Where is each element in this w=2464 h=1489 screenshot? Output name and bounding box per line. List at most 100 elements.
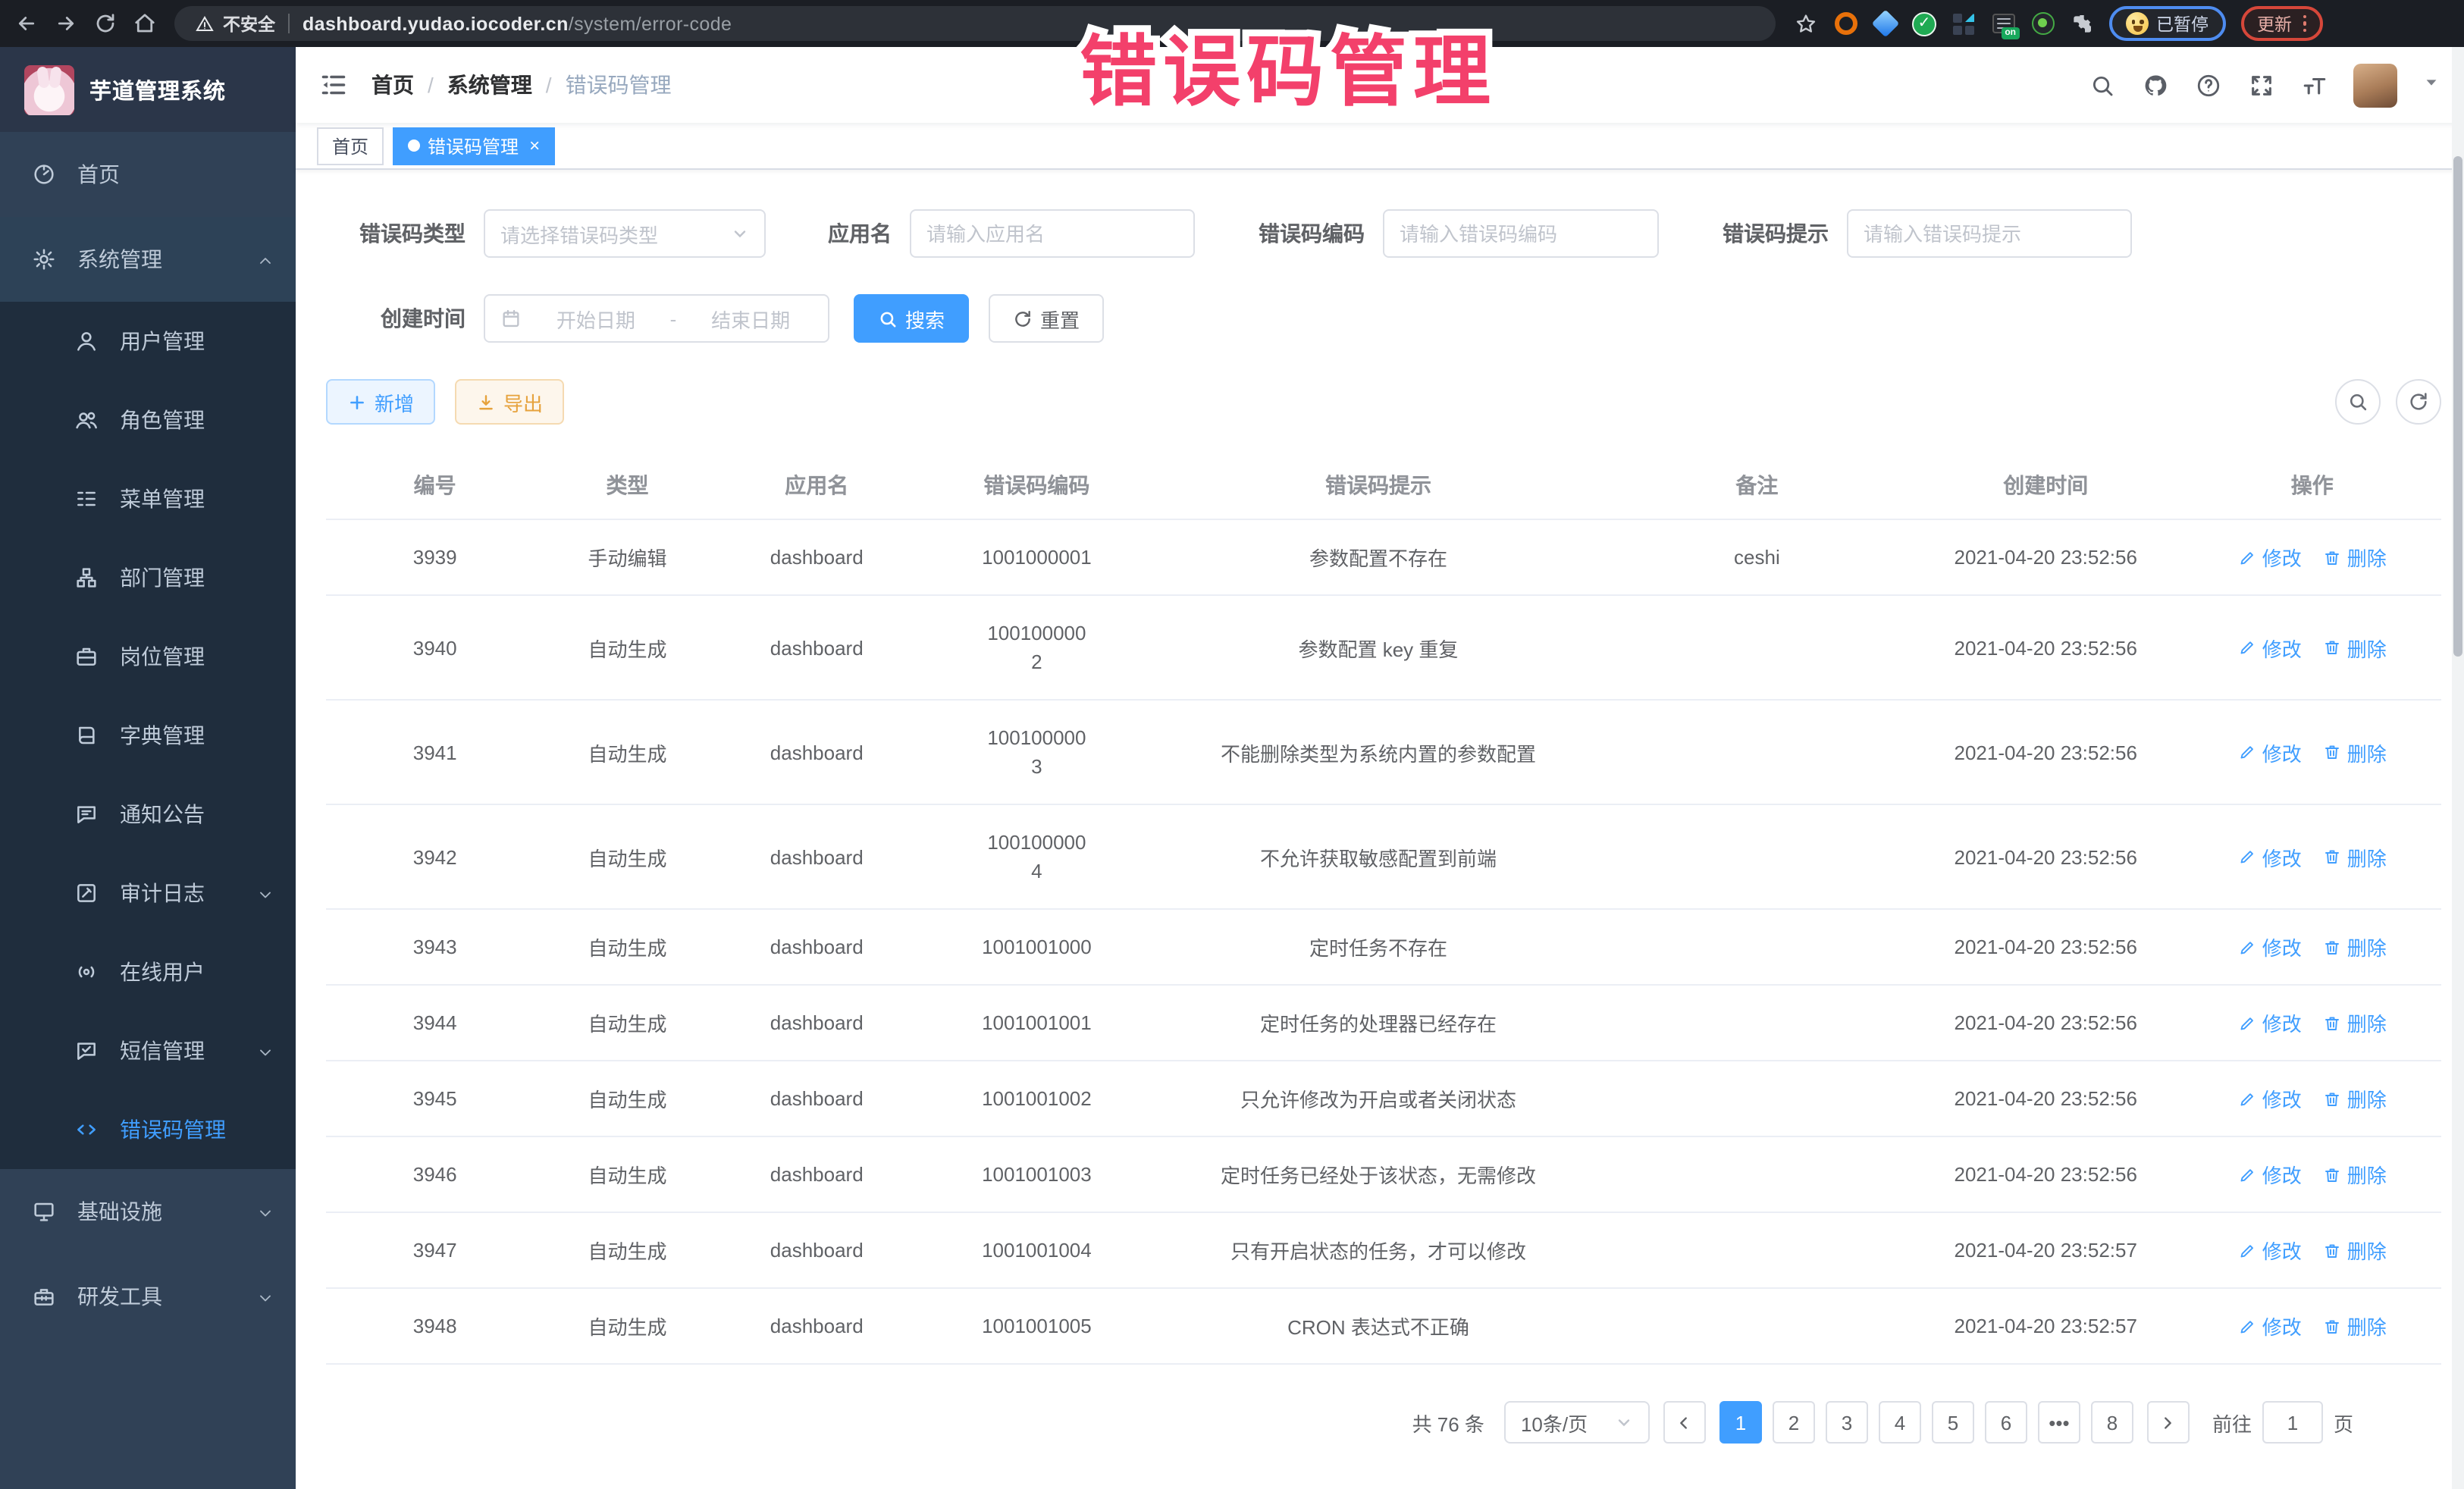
edit-link[interactable]: 修改	[2238, 633, 2302, 662]
extension-orange-icon[interactable]	[1833, 11, 1857, 36]
chevron-down-icon[interactable]	[2423, 71, 2440, 99]
edit-link[interactable]: 修改	[2238, 1008, 2302, 1037]
search-icon[interactable]	[2088, 71, 2115, 99]
delete-link[interactable]: 删除	[2323, 1084, 2387, 1113]
sidebar-item-infra[interactable]: 基础设施	[0, 1169, 296, 1254]
extension-list-icon[interactable]: on	[1991, 11, 2015, 36]
cell-code: 1001001003	[923, 1136, 1151, 1212]
breadcrumb-home[interactable]: 首页	[371, 70, 414, 100]
sidebar-item-error-code[interactable]: 错误码管理	[0, 1090, 296, 1169]
edit-link[interactable]: 修改	[2238, 933, 2302, 961]
edit-link[interactable]: 修改	[2238, 738, 2302, 766]
page-2[interactable]: 2	[1773, 1401, 1815, 1444]
cell-actions: 修改删除	[2183, 804, 2441, 909]
sidebar-item-notices[interactable]: 通知公告	[0, 775, 296, 854]
cell-time: 2021-04-20 23:52:56	[1908, 700, 2183, 804]
home-icon[interactable]	[133, 12, 156, 35]
url-bar[interactable]: 不安全 dashboard.yudao.iocoder.cn/system/er…	[174, 6, 1776, 41]
extension-grid-icon[interactable]	[1951, 11, 1976, 36]
edit-link[interactable]: 修改	[2238, 1084, 2302, 1113]
sidebar-item-home[interactable]: 首页	[0, 132, 296, 217]
sidebar-item-posts[interactable]: 岗位管理	[0, 617, 296, 696]
extension-key-icon[interactable]	[2030, 11, 2055, 36]
page-size-select[interactable]: 10条/页	[1504, 1401, 1650, 1444]
export-button[interactable]: 导出	[455, 379, 564, 425]
date-range-picker[interactable]: 开始日期 - 结束日期	[484, 294, 829, 343]
error-code-input[interactable]	[1383, 209, 1659, 258]
help-icon[interactable]	[2194, 71, 2221, 99]
next-page-button[interactable]	[2147, 1401, 2190, 1444]
page-more[interactable]: •••	[2038, 1401, 2080, 1444]
reload-icon[interactable]	[94, 12, 117, 35]
delete-link[interactable]: 删除	[2323, 1008, 2387, 1037]
error-tip-input[interactable]	[1847, 209, 2132, 258]
sidebar-item-online-user[interactable]: 在线用户	[0, 933, 296, 1011]
close-icon[interactable]: ×	[529, 136, 540, 155]
delete-link[interactable]: 删除	[2323, 1160, 2387, 1189]
sidebar-item-system[interactable]: 系统管理	[0, 217, 296, 302]
browser-profile-chip[interactable]: 已暂停	[2109, 6, 2225, 41]
delete-link[interactable]: 删除	[2323, 543, 2387, 572]
fullscreen-icon[interactable]	[2247, 71, 2274, 99]
github-icon[interactable]	[2141, 71, 2168, 99]
sidebar-item-users[interactable]: 用户管理	[0, 302, 296, 381]
page-1[interactable]: 1	[1719, 1401, 1762, 1444]
delete-link[interactable]: 删除	[2323, 933, 2387, 961]
extension-green-icon[interactable]: ✓	[1912, 11, 1936, 36]
page-4[interactable]: 4	[1879, 1401, 1921, 1444]
sidebar-item-roles[interactable]: 角色管理	[0, 381, 296, 459]
sidebar-item-depts[interactable]: 部门管理	[0, 538, 296, 617]
table-row: 3942自动生成dashboard100100000 4不允许获取敏感配置到前端…	[326, 804, 2441, 909]
edit-link[interactable]: 修改	[2238, 1160, 2302, 1189]
reset-button[interactable]: 重置	[989, 294, 1104, 343]
edit-link[interactable]: 修改	[2238, 842, 2302, 871]
extensions-puzzle-icon[interactable]	[2070, 11, 2094, 36]
delete-link[interactable]: 删除	[2323, 738, 2387, 766]
page-6[interactable]: 6	[1985, 1401, 2027, 1444]
search-button[interactable]: 搜索	[854, 294, 969, 343]
delete-link[interactable]: 删除	[2323, 1312, 2387, 1340]
error-type-select[interactable]: 请选择错误码类型	[484, 209, 766, 258]
hamburger-icon[interactable]	[320, 71, 347, 99]
avatar[interactable]	[2353, 63, 2397, 107]
sidebar-item-dicts[interactable]: 字典管理	[0, 696, 296, 775]
add-button[interactable]: 新增	[326, 379, 435, 425]
tag-home[interactable]: 首页	[317, 127, 384, 165]
plus-icon	[347, 392, 367, 412]
sidebar-item-dev-tools[interactable]: 研发工具	[0, 1254, 296, 1339]
sidebar-item-audit-log[interactable]: 审计日志	[0, 854, 296, 933]
logo[interactable]: 芋道管理系统	[0, 47, 296, 132]
page-3[interactable]: 3	[1826, 1401, 1868, 1444]
extension-gem-icon[interactable]	[1873, 11, 1897, 36]
tag-error-code[interactable]: 错误码管理 ×	[393, 127, 555, 165]
gear-icon	[30, 246, 56, 272]
refresh-table-button[interactable]	[2396, 379, 2441, 425]
show-search-button[interactable]	[2335, 379, 2381, 425]
app-name-input[interactable]	[910, 209, 1195, 258]
edit-link[interactable]: 修改	[2238, 1312, 2302, 1340]
page-8[interactable]: 8	[2091, 1401, 2133, 1444]
breadcrumb-system[interactable]: 系统管理	[447, 70, 532, 100]
bookmark-star-icon[interactable]	[1794, 11, 1818, 36]
sidebar-item-sms[interactable]: 短信管理	[0, 1011, 296, 1090]
delete-link[interactable]: 删除	[2323, 1236, 2387, 1265]
delete-link[interactable]: 删除	[2323, 633, 2387, 662]
table-row: 3939手动编辑dashboard1001000001参数配置不存在ceshi2…	[326, 519, 2441, 595]
back-icon[interactable]	[15, 12, 38, 35]
page-5[interactable]: 5	[1932, 1401, 1974, 1444]
page-scrollbar[interactable]	[2452, 47, 2464, 1489]
edit-link[interactable]: 修改	[2238, 1236, 2302, 1265]
cell-type: 自动生成	[544, 1288, 710, 1364]
delete-link[interactable]: 删除	[2323, 842, 2387, 871]
edit-link[interactable]: 修改	[2238, 543, 2302, 572]
forward-icon[interactable]	[55, 12, 77, 35]
sidebar-item-menus[interactable]: 菜单管理	[0, 459, 296, 538]
scrollbar-thumb[interactable]	[2453, 156, 2462, 657]
browser-menu-icon[interactable]	[2303, 15, 2306, 33]
font-size-icon[interactable]	[2300, 71, 2328, 99]
prev-page-button[interactable]	[1663, 1401, 1706, 1444]
menu-icon	[73, 486, 99, 512]
goto-page-input[interactable]	[2262, 1401, 2323, 1444]
browser-update-button[interactable]: 更新	[2240, 6, 2323, 41]
error-type-label: 错误码类型	[326, 218, 466, 249]
